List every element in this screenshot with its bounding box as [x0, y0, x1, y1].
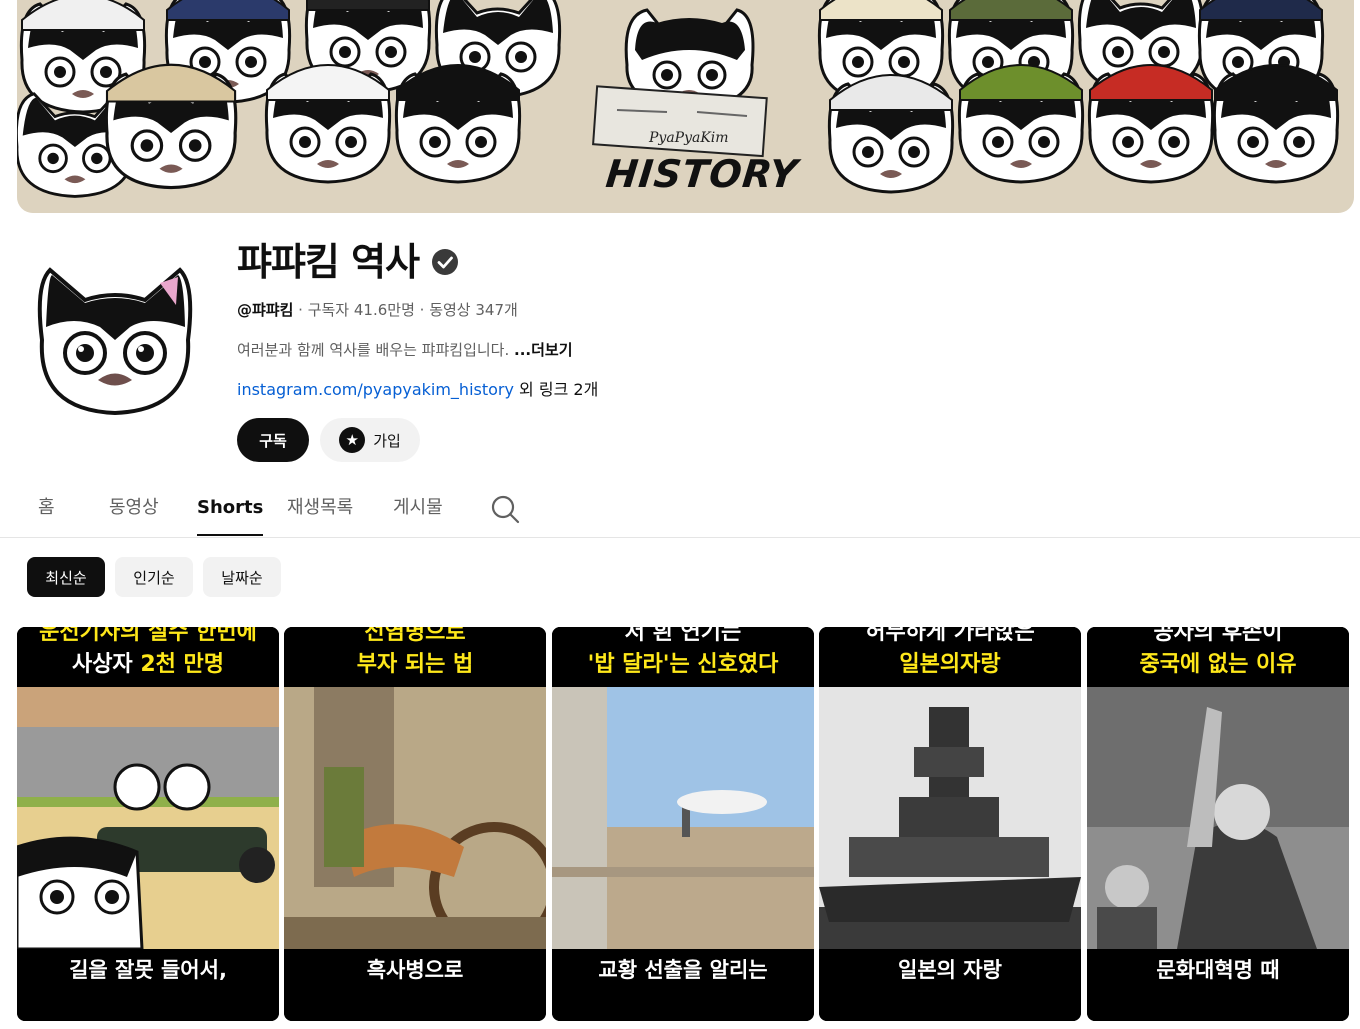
short-title-line2-yellow: 중국에 없는 이유	[1139, 652, 1297, 677]
short-title-line1: 허무하게 가라앉은	[865, 627, 1035, 645]
video-count: · 동영상 347개	[414, 301, 518, 319]
sort-latest-chip[interactable]: 최신순	[27, 557, 105, 597]
short-title-line2-yellow: 일본의자랑	[899, 652, 1001, 677]
channel-title: 퍄퍄킴 역사	[237, 238, 459, 286]
tab-home[interactable]: 홈	[38, 496, 55, 520]
banner-logo-text: HISTORY	[603, 152, 801, 196]
channel-tabs: 홈 동영상 Shorts 재생목록 게시물	[0, 478, 1360, 538]
short-title: 운전기사의 실수 한번에 사상자 2천 만명	[17, 627, 279, 687]
sort-popular-chip[interactable]: 인기순	[115, 557, 193, 597]
short-card[interactable]: 전염병으로 부자 되는 법 흑사병으로	[284, 627, 546, 1021]
cat-avatar-icon	[37, 267, 193, 416]
join-button[interactable]: ★ 가입	[320, 418, 420, 462]
channel-handle: @퍄퍄킴	[237, 301, 294, 319]
channel-description[interactable]: 여러분과 함께 역사를 배우는 퍄퍄킴입니다. ...더보기	[237, 340, 573, 360]
channel-meta: @퍄퍄킴 · 구독자 41.6만명 · 동영상 347개	[237, 300, 518, 320]
short-title-line2-yellow: '밥 달라'는 신호였다	[587, 652, 779, 677]
short-title-line2: 사상자 2천 만명	[17, 651, 279, 679]
short-caption: 교황 선출을 알리는	[552, 949, 814, 1021]
short-caption: 일본의 자랑	[819, 949, 1081, 1021]
description-text: 여러분과 함께 역사를 배우는 퍄퍄킴입니다.	[237, 341, 515, 359]
search-icon[interactable]	[490, 494, 520, 524]
short-title-line2: 일본의자랑	[819, 651, 1081, 679]
tab-playlists[interactable]: 재생목록	[287, 496, 353, 520]
short-title-line2: 중국에 없는 이유	[1087, 651, 1349, 679]
short-title-line1: 공자의 후손이	[1153, 627, 1283, 645]
short-title-line2: '밥 달라'는 신호였다	[552, 651, 814, 679]
short-title: 저 흰 연기는 '밥 달라'는 신호였다	[552, 627, 814, 687]
channel-avatar[interactable]	[30, 265, 200, 425]
short-thumbnail	[1087, 687, 1349, 949]
tab-videos[interactable]: 동영상	[109, 496, 159, 520]
short-title-line1: 전염병으로	[364, 627, 466, 645]
short-title-line2-white: 사상자	[71, 652, 141, 677]
short-title-line2: 부자 되는 법	[284, 651, 546, 679]
short-card[interactable]: 공자의 후손이 중국에 없는 이유 문화대혁명 때	[1087, 627, 1349, 1021]
more-button[interactable]: ...더보기	[514, 341, 573, 359]
short-card[interactable]: 저 흰 연기는 '밥 달라'는 신호였다 교황 선출을 알리는	[552, 627, 814, 1021]
short-title: 허무하게 가라앉은 일본의자랑	[819, 627, 1081, 687]
tab-shorts[interactable]: Shorts	[197, 496, 264, 536]
short-title-line1: 운전기사의 실수 한번에	[39, 627, 257, 645]
short-title-line2-yellow: 부자 되는 법	[356, 652, 474, 677]
subscriber-count: · 구독자 41.6만명	[293, 301, 415, 319]
channel-banner: PyaPyaKim HISTORY	[17, 0, 1354, 213]
more-links-button[interactable]: 외 링크 2개	[514, 380, 598, 399]
short-title-line1: 저 흰 연기는	[624, 627, 742, 645]
instagram-link[interactable]: instagram.com/pyapyakim_history	[237, 380, 514, 399]
tab-posts[interactable]: 게시물	[393, 496, 443, 520]
short-title: 전염병으로 부자 되는 법	[284, 627, 546, 687]
verified-badge-icon	[432, 249, 459, 275]
short-thumbnail	[284, 687, 546, 949]
channel-links: instagram.com/pyapyakim_history 외 링크 2개	[237, 380, 598, 400]
short-card[interactable]: 운전기사의 실수 한번에 사상자 2천 만명 길을 잘못 들어서,	[17, 627, 279, 1021]
sort-oldest-chip[interactable]: 날짜순	[203, 557, 281, 597]
short-thumbnail	[552, 687, 814, 949]
star-icon: ★	[339, 427, 366, 453]
banner-logo-subtitle: PyaPyaKim	[649, 130, 729, 146]
short-caption: 길을 잘못 들어서,	[17, 949, 279, 1021]
short-thumbnail	[819, 687, 1081, 949]
short-title: 공자의 후손이 중국에 없는 이유	[1087, 627, 1349, 687]
subscribe-button[interactable]: 구독	[237, 418, 309, 462]
short-card[interactable]: 허무하게 가라앉은 일본의자랑 일본의 자랑	[819, 627, 1081, 1021]
short-title-line2-yellow: 2천 만명	[140, 652, 225, 677]
short-caption: 문화대혁명 때	[1087, 949, 1349, 1021]
short-thumbnail	[17, 687, 279, 949]
channel-name-text: 퍄퍄킴 역사	[237, 240, 420, 284]
short-caption: 흑사병으로	[284, 949, 546, 1021]
join-label: 가입	[373, 431, 401, 450]
